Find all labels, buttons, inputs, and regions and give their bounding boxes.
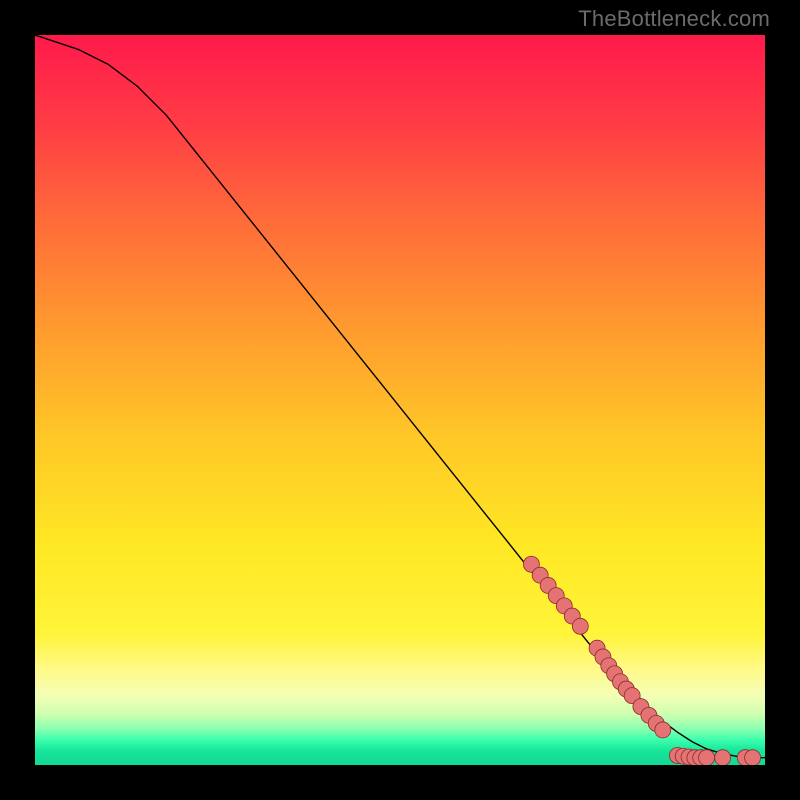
watermark-text: TheBottleneck.com (578, 6, 770, 32)
data-marker (745, 750, 761, 765)
data-marker (655, 722, 671, 738)
data-marker (572, 618, 588, 634)
data-marker (715, 750, 731, 765)
chart-svg (35, 35, 765, 765)
plot-area (35, 35, 765, 765)
gradient-background (35, 35, 765, 765)
chart-frame: TheBottleneck.com (0, 0, 800, 800)
data-marker (699, 750, 715, 765)
